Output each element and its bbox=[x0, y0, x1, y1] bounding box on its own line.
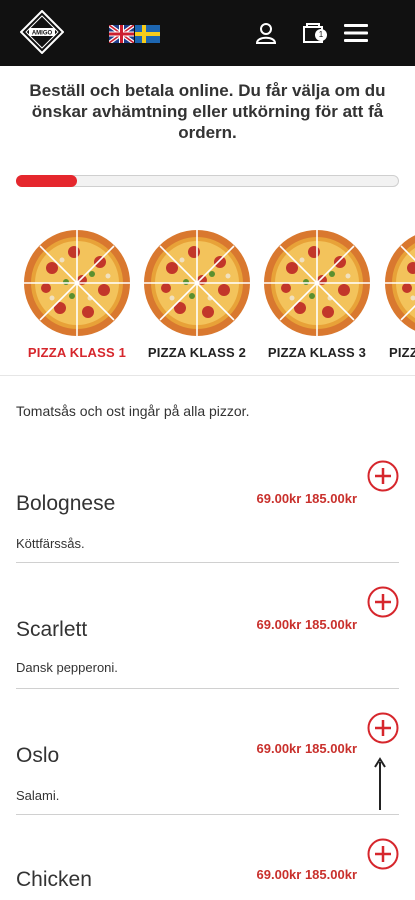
user-icon[interactable] bbox=[255, 22, 277, 44]
item-name: Chicken bbox=[16, 868, 92, 891]
pizza-image bbox=[143, 229, 251, 337]
intro-text: Beställ och betala online. Du får välja … bbox=[29, 81, 386, 142]
category-pizza-klass-2[interactable]: PIZZA KLASS 2 bbox=[142, 228, 252, 368]
item-price: 69.00kr 185.00kr bbox=[256, 491, 357, 506]
logo-text: AMIGO bbox=[32, 31, 53, 37]
pizza-image bbox=[23, 229, 131, 337]
pizza-image bbox=[263, 229, 371, 337]
item-price: 69.00kr 185.00kr bbox=[256, 867, 357, 882]
order-progress-fill bbox=[16, 175, 77, 187]
item-description: Salami. bbox=[16, 788, 60, 803]
category-label: PIZZA KLASS 1 bbox=[27, 345, 127, 360]
menu-note: Tomatsås och ost ingår på alla pizzor. bbox=[16, 403, 250, 419]
category-label: PIZZA KLASS 4 bbox=[389, 345, 415, 360]
menu-item: Scarlett Dansk pepperoni. 69.00kr 185.00… bbox=[16, 562, 399, 689]
category-label: PIZZA KLASS 2 bbox=[147, 345, 247, 360]
category-pizza-klass-4[interactable]: PIZZA KLASS 4 bbox=[383, 228, 415, 368]
add-plus-icon[interactable] bbox=[367, 586, 399, 618]
menu-item: Oslo Salami. 69.00kr 185.00kr bbox=[16, 688, 399, 815]
item-name: Oslo bbox=[16, 744, 60, 767]
add-plus-icon[interactable] bbox=[367, 838, 399, 870]
item-description: Dansk pepperoni. bbox=[16, 660, 118, 675]
add-plus-icon[interactable] bbox=[367, 460, 399, 492]
amigo-logo[interactable]: AMIGO bbox=[20, 10, 64, 54]
cart-count-badge: 1 bbox=[315, 29, 327, 41]
item-price: 69.00kr 185.00kr bbox=[256, 741, 357, 756]
item-name: Bolognese bbox=[16, 492, 116, 515]
item-name: Scarlett bbox=[16, 618, 88, 641]
top-bar: AMIGO 1 bbox=[0, 0, 415, 66]
item-price: 69.00kr 185.00kr bbox=[256, 617, 357, 632]
swedish-flag-icon[interactable] bbox=[135, 25, 160, 43]
categories-divider bbox=[0, 375, 415, 376]
scroll-up-arrow-icon[interactable] bbox=[372, 756, 388, 812]
category-pizza-klass-3[interactable]: PIZZA KLASS 3 bbox=[262, 228, 372, 368]
uk-flag-icon[interactable] bbox=[109, 25, 134, 43]
pizza-image bbox=[384, 229, 415, 337]
menu-item: Chicken 69.00kr 185.00kr bbox=[16, 814, 399, 900]
menu-icon[interactable] bbox=[344, 23, 368, 43]
menu-item: Bolognese Köttfärssås. 69.00kr 185.00kr bbox=[16, 436, 399, 563]
item-description: Köttfärssås. bbox=[16, 536, 85, 551]
add-plus-icon[interactable] bbox=[367, 712, 399, 744]
category-label: PIZZA KLASS 3 bbox=[267, 345, 367, 360]
category-pizza-klass-1[interactable]: PIZZA KLASS 1 bbox=[22, 228, 132, 368]
